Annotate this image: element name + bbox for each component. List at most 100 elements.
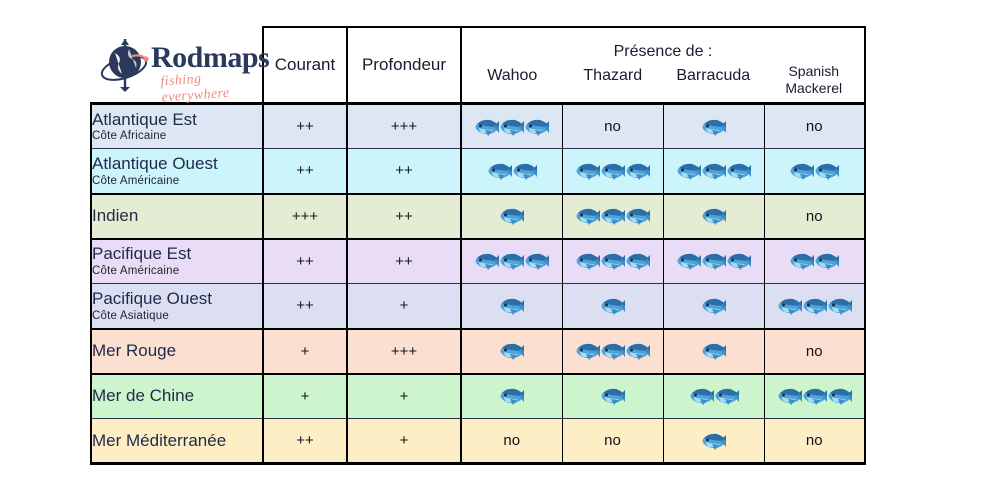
cell-courant: +++: [262, 192, 348, 239]
region-subtitle: Côte Asiatique: [92, 309, 169, 322]
fish-icon: [475, 254, 500, 271]
cell-presence-barracuda: [662, 327, 764, 374]
table-row: Mer Rouge + +++ no: [90, 327, 866, 374]
cell-presence-wahoo: [460, 148, 562, 194]
cell-presence-spanish-mackerel: no: [763, 418, 866, 465]
fish-icon: [815, 254, 840, 271]
cell-presence-spanish-mackerel: [763, 372, 866, 419]
cell-profondeur: +++: [346, 102, 462, 149]
fish-icon: [715, 389, 739, 406]
region-name: Pacifique Est: [92, 244, 192, 264]
cell-courant: ++: [262, 102, 348, 149]
cell-presence-spanish-mackerel: [763, 237, 866, 284]
region-name: Mer Méditerranée: [92, 430, 227, 450]
fish-icon: [601, 343, 625, 360]
cell-profondeur: ++: [346, 192, 462, 239]
fish-icon: [702, 433, 726, 450]
fish-icon: [803, 298, 827, 315]
row-header-region: Pacifique Ouest Côte Asiatique: [90, 283, 264, 329]
fish-icon: [500, 343, 525, 360]
fish-icon: [601, 163, 625, 180]
cell-presence-wahoo: [460, 283, 562, 329]
cell-presence-spanish-mackerel: no: [763, 327, 866, 374]
fish-icon: [576, 254, 600, 271]
cell-presence-thazard: [561, 192, 663, 239]
row-header-region: Atlantique Ouest Côte Américaine: [90, 148, 264, 194]
cell-presence-barracuda: [662, 372, 764, 419]
column-header-spanish-mackerel: Spanish Mackerel: [764, 63, 865, 97]
cell-presence-thazard: [561, 327, 663, 374]
fish-icon: [601, 208, 625, 225]
row-header-region: Pacifique Est Côte Américaine: [90, 237, 264, 284]
fish-icon: [500, 389, 525, 406]
fish-icon: [601, 389, 625, 406]
fish-icon: [601, 298, 625, 315]
region-name: Atlantique Est: [92, 109, 197, 129]
table-row: Mer Méditerranée ++ + no no no: [90, 418, 866, 465]
cell-profondeur: +++: [346, 327, 462, 374]
cell-courant: +: [262, 372, 348, 419]
region-subtitle: Côte Américaine: [92, 174, 180, 187]
fish-presence-table: Rodmaps fishing everywhere Courant Profo…: [90, 26, 866, 465]
fish-icon: [626, 208, 650, 225]
cell-presence-barracuda: [662, 192, 764, 239]
cell-courant: ++: [262, 283, 348, 329]
table-row: Pacifique Ouest Côte Asiatique ++ +: [90, 283, 866, 329]
fishing-rod-globe-icon: [100, 39, 149, 92]
fish-icon: [702, 163, 726, 180]
cell-presence-spanish-mackerel: [763, 148, 866, 194]
fish-icon: [677, 163, 701, 180]
cell-courant: ++: [262, 418, 348, 465]
spanish-mackerel-line-1: Spanish: [788, 62, 840, 79]
cell-courant: +: [262, 327, 348, 374]
fish-icon: [828, 389, 852, 406]
cell-presence-wahoo: [460, 192, 562, 239]
cell-profondeur: +: [346, 418, 462, 465]
fish-icon: [702, 343, 726, 360]
fish-icon: [690, 389, 714, 406]
spanish-mackerel-line-2: Mackerel: [785, 79, 843, 96]
cell-courant: ++: [262, 148, 348, 194]
fish-icon: [500, 208, 525, 225]
fish-icon: [626, 343, 650, 360]
fish-icon: [828, 298, 852, 315]
cell-presence-thazard: [561, 283, 663, 329]
cell-presence-thazard: [561, 372, 663, 419]
fish-presence-table-wrapper: Rodmaps fishing everywhere Courant Profo…: [90, 26, 866, 465]
fish-icon: [815, 163, 840, 180]
fish-icon: [576, 343, 600, 360]
cell-profondeur: ++: [346, 237, 462, 284]
region-subtitle: Côte Africaine: [92, 130, 167, 143]
fish-icon: [702, 298, 726, 315]
cell-presence-wahoo: [460, 372, 562, 419]
cell-presence-thazard: no: [561, 418, 663, 465]
fish-icon: [702, 119, 726, 136]
fish-icon: [525, 254, 550, 271]
fish-icon: [576, 163, 600, 180]
cell-presence-wahoo: [460, 102, 562, 149]
cell-presence-thazard: [561, 237, 663, 284]
row-header-region: Indien: [90, 192, 264, 239]
cell-profondeur: +: [346, 372, 462, 419]
fish-icon: [702, 254, 726, 271]
cell-presence-spanish-mackerel: [763, 283, 866, 329]
fish-icon: [500, 119, 525, 136]
table-row: Atlantique Est Côte Africaine ++ +++ no no: [90, 102, 866, 149]
fish-icon: [488, 163, 512, 180]
table-row: Mer de Chine + +: [90, 372, 866, 419]
cell-presence-barracuda: [662, 283, 764, 329]
row-header-region: Atlantique Est Côte Africaine: [90, 102, 264, 149]
fish-icon: [576, 208, 600, 225]
cell-presence-barracuda: [662, 418, 764, 465]
cell-presence-spanish-mackerel: no: [763, 192, 866, 239]
fish-icon: [626, 163, 650, 180]
fish-icon: [790, 163, 815, 180]
region-name: Pacifique Ouest: [92, 288, 213, 308]
fish-icon: [727, 163, 751, 180]
cell-presence-wahoo: [460, 237, 562, 284]
cell-presence-spanish-mackerel: no: [763, 102, 866, 149]
cell-presence-barracuda: [662, 102, 764, 149]
cell-presence-wahoo: no: [460, 418, 562, 465]
region-name: Mer Rouge: [92, 341, 177, 361]
table-header: Rodmaps fishing everywhere Courant Profo…: [91, 26, 866, 106]
